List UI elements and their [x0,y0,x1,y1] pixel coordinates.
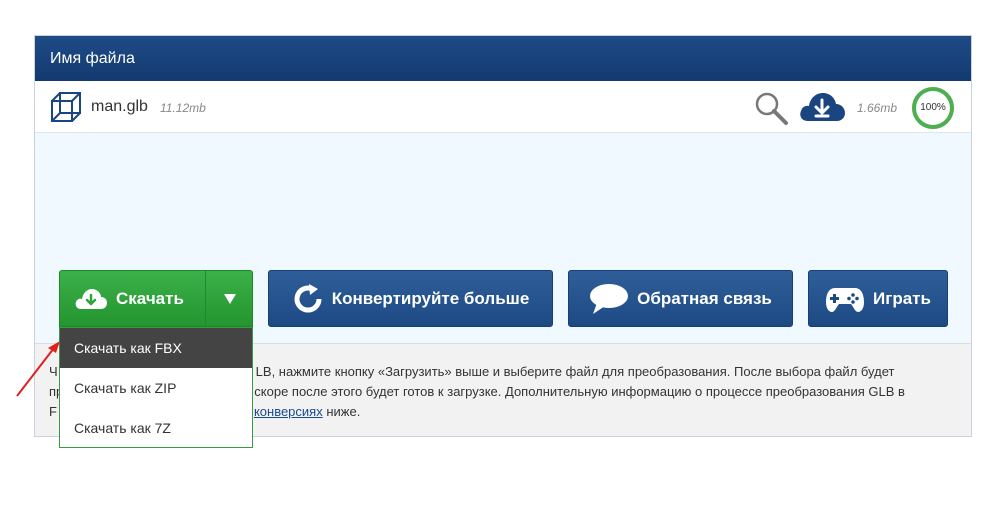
download-as-fbx[interactable]: Скачать как FBX [60,328,252,368]
file-row: man.glb 11.12mb 1.66mb 100% [35,81,971,133]
cube-icon [51,92,81,122]
result-size: 1.66mb [857,101,898,115]
download-button[interactable]: Скачать [59,270,253,327]
progress-label: 100% [920,102,946,113]
info-line3-rest: ниже. [322,404,361,419]
feedback-label: Обратная связь [637,288,772,308]
convert-more-button[interactable]: Конвертируйте больше [268,270,553,327]
cloud-download-icon[interactable] [798,87,846,127]
info-line1-rest: LB, нажмите кнопку «Загрузить» выше и вы… [255,364,895,379]
info-line2-rest: скоре после этого будет готов к загрузке… [254,384,905,399]
red-arrow-annotation [16,341,60,397]
feedback-button[interactable]: Обратная связь [568,270,793,327]
refresh-icon [294,283,322,312]
speech-bubble-icon [590,283,629,314]
download-as-zip[interactable]: Скачать как ZIP [60,368,252,408]
file-name: man.glb [91,98,148,115]
download-label: Скачать [116,288,184,308]
convert-label: Конвертируйте больше [331,288,530,308]
play-label: Играть [873,288,931,308]
play-button[interactable]: Играть [808,270,948,327]
conversions-link[interactable]: конверсиях [254,404,323,419]
magnifier-icon[interactable] [753,90,789,126]
caret-down-icon [223,293,236,304]
cloud-download-icon [75,288,107,309]
info-line3-start: F [49,404,57,419]
download-options-toggle[interactable] [206,271,253,326]
gamepad-icon [826,287,865,312]
panel-header: Имя файла [35,36,971,81]
download-as-7z[interactable]: Скачать как 7Z [60,408,252,448]
file-size: 11.12mb [160,101,206,115]
download-options-menu: Скачать как FBX Скачать как ZIP Скачать … [59,327,253,448]
